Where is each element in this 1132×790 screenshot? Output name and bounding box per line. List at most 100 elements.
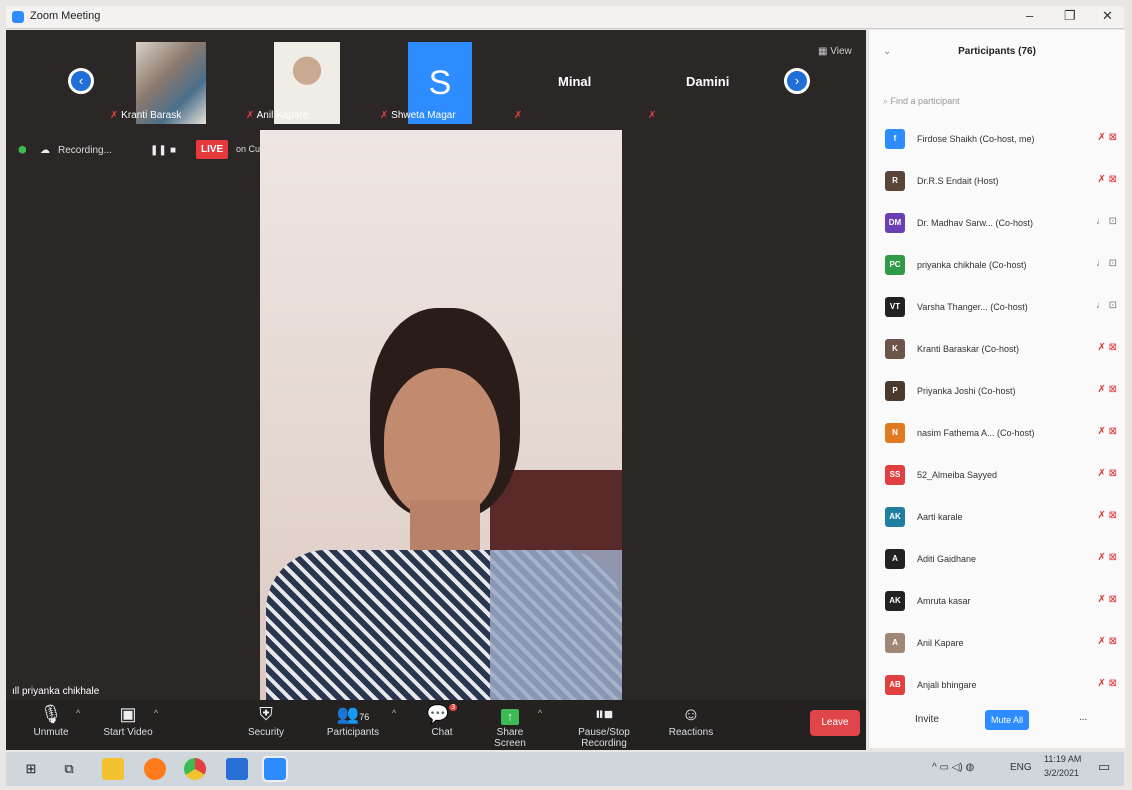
audio-options-caret[interactable]: ^ bbox=[76, 708, 80, 718]
title-bar: Zoom Meeting – ❐ ✕ bbox=[6, 6, 1124, 29]
notifications-icon[interactable]: ▭ bbox=[1098, 759, 1110, 775]
leave-button[interactable]: Leave bbox=[810, 710, 860, 736]
participant-name: priyanka chikhale (Co-host) bbox=[917, 260, 1027, 270]
participants-options-caret[interactable]: ^ bbox=[392, 708, 396, 718]
video-stage: ‹ ✗ Kranti Barask ✗ Anil Kapare S ✗ Shwe… bbox=[6, 30, 866, 700]
participant-search[interactable]: ⌕ Find a participant bbox=[883, 96, 960, 107]
face bbox=[384, 368, 500, 518]
security-button[interactable]: ⛨ Security bbox=[244, 700, 288, 738]
chat-icon: 💬 3 bbox=[426, 704, 458, 724]
scarf bbox=[490, 550, 622, 700]
speaker-name-label: ıll priyanka chikhale bbox=[12, 686, 100, 697]
invite-button[interactable]: Invite bbox=[915, 714, 939, 725]
grid-icon: ▦ bbox=[818, 46, 831, 57]
strip-next-button[interactable]: › bbox=[784, 68, 810, 94]
clock-time[interactable]: 11:19 AM bbox=[1044, 754, 1081, 764]
cloud-record-icon: ☁ bbox=[40, 145, 50, 156]
restore-button[interactable]: ❐ bbox=[1064, 8, 1076, 24]
reactions-button[interactable]: ☺ Reactions bbox=[668, 700, 714, 738]
avatar: P bbox=[885, 381, 905, 401]
mic-video-icon: ♩ ⊡ bbox=[1095, 216, 1117, 227]
participant-row[interactable]: R Dr.R.S Endait (Host) ✗ ⊠ bbox=[885, 167, 1117, 197]
minimize-button[interactable]: – bbox=[1026, 8, 1033, 23]
thumbnail-name: ✗ Kranti Barask bbox=[110, 110, 182, 121]
participant-row[interactable]: SS 52_Almeiba Sayyed ✗ ⊠ bbox=[885, 461, 1117, 491]
participant-name: Dr.R.S Endait (Host) bbox=[917, 176, 999, 186]
view-button[interactable]: ▦ View bbox=[818, 46, 852, 57]
participants-icon: 👥76 bbox=[336, 704, 370, 724]
avatar: VT bbox=[885, 297, 905, 317]
avatar: SS bbox=[885, 465, 905, 485]
zoom-taskbar-icon[interactable] bbox=[262, 756, 288, 782]
participant-row[interactable]: AK Amruta kasar ✗ ⊠ bbox=[885, 587, 1117, 617]
clock-date[interactable]: 3/2/2021 bbox=[1044, 768, 1079, 778]
stop-recording-icon[interactable]: ■ bbox=[170, 145, 176, 156]
mail-icon[interactable] bbox=[226, 758, 248, 780]
mic-muted-icon: ✗ bbox=[648, 110, 657, 121]
thumbnail-name: ✗ Shweta Magar bbox=[380, 110, 456, 121]
chat-badge: 3 bbox=[449, 704, 458, 711]
live-badge[interactable]: LIVE bbox=[196, 140, 229, 159]
participant-row[interactable]: VT Varsha Thanger... (Co-host) ♩ ⊡ bbox=[885, 293, 1117, 323]
mic-video-muted-icon: ✗ ⊠ bbox=[1097, 594, 1117, 605]
participant-row[interactable]: A Aditi Gaidhane ✗ ⊠ bbox=[885, 545, 1117, 575]
close-button[interactable]: ✕ bbox=[1102, 8, 1113, 24]
participant-row[interactable]: N nasim Fathema A... (Co-host) ✗ ⊠ bbox=[885, 419, 1117, 449]
strip-prev-button[interactable]: ‹ bbox=[68, 68, 94, 94]
participant-name: Priyanka Joshi (Co-host) bbox=[917, 386, 1016, 396]
video-off-icon: ▣ bbox=[119, 704, 137, 724]
participant-row[interactable]: f Firdose Shaikh (Co-host, me) ✗ ⊠ bbox=[885, 125, 1117, 155]
share-screen-icon: ↑ bbox=[480, 704, 540, 725]
mic-video-muted-icon: ✗ ⊠ bbox=[1097, 132, 1117, 143]
more-button[interactable]: ... bbox=[1079, 712, 1087, 723]
mic-muted-icon: ✗ bbox=[110, 110, 122, 121]
avatar: f bbox=[885, 129, 905, 149]
shield-icon: ⛨ bbox=[259, 704, 273, 724]
reactions-icon: ☺ bbox=[681, 704, 701, 724]
chrome-icon[interactable] bbox=[184, 758, 206, 780]
participant-row[interactable]: AB Anjali bhingare ✗ ⊠ bbox=[885, 671, 1117, 701]
search-icon: ⌕ bbox=[883, 96, 891, 106]
windows-start-icon[interactable]: ⊞ bbox=[20, 758, 42, 780]
tile-name-damini[interactable]: Damini bbox=[686, 74, 729, 89]
tile-name-minal[interactable]: Minal bbox=[558, 74, 591, 89]
participant-row[interactable]: P Priyanka Joshi (Co-host) ✗ ⊠ bbox=[885, 377, 1117, 407]
chat-button[interactable]: 💬 3 Chat bbox=[424, 700, 460, 738]
mute-all-button[interactable]: Mute All bbox=[985, 710, 1030, 730]
mic-video-muted-icon: ✗ ⊠ bbox=[1097, 636, 1117, 647]
unmute-button[interactable]: 🎙 Unmute bbox=[26, 700, 76, 738]
tray-icons[interactable]: ^ ▭ ◁) ◍ bbox=[932, 762, 974, 773]
participant-row[interactable]: AK Aarti karale ✗ ⊠ bbox=[885, 503, 1117, 533]
mic-video-muted-icon: ✗ ⊠ bbox=[1097, 678, 1117, 689]
mic-video-muted-icon: ✗ ⊠ bbox=[1097, 468, 1117, 479]
participant-row[interactable]: PC priyanka chikhale (Co-host) ♩ ⊡ bbox=[885, 251, 1117, 281]
mic-video-icon: ♩ ⊡ bbox=[1095, 300, 1117, 311]
zoom-window: Zoom Meeting – ❐ ✕ ‹ ✗ Kranti Barask ✗ A… bbox=[0, 0, 1132, 790]
participant-row[interactable]: K Kranti Baraskar (Co-host) ✗ ⊠ bbox=[885, 335, 1117, 365]
avatar: AK bbox=[885, 591, 905, 611]
participant-row[interactable]: A Anil Kapare ✗ ⊠ bbox=[885, 629, 1117, 659]
participant-name: Aarti karale bbox=[917, 512, 963, 522]
firefox-icon[interactable] bbox=[144, 758, 166, 780]
participant-row[interactable]: DM Dr. Madhav Sarw... (Co-host) ♩ ⊡ bbox=[885, 209, 1117, 239]
participant-name: Anjali bhingare bbox=[917, 680, 977, 690]
thumbnail-name: ✗ Anil Kapare bbox=[246, 110, 309, 121]
active-speaker-video bbox=[260, 130, 622, 700]
participant-name: Aditi Gaidhane bbox=[917, 554, 977, 564]
mic-video-icon: ♩ ⊡ bbox=[1095, 258, 1117, 269]
participants-button[interactable]: 👥76 Participants bbox=[324, 700, 382, 738]
pause-recording-icon[interactable]: ❚❚ bbox=[150, 145, 167, 156]
avatar: AB bbox=[885, 675, 905, 695]
participants-title: Participants (76) bbox=[958, 46, 1036, 57]
share-screen-button[interactable]: ↑ Share Screen bbox=[480, 700, 540, 749]
task-view-icon[interactable]: ⧉ bbox=[58, 758, 80, 780]
pause-stop-recording-button[interactable]: ⏸⏹ Pause/Stop Recording bbox=[554, 700, 654, 749]
video-options-caret[interactable]: ^ bbox=[154, 708, 158, 718]
participant-name: Kranti Baraskar (Co-host) bbox=[917, 344, 1020, 354]
file-explorer-icon[interactable] bbox=[102, 758, 124, 780]
share-options-caret[interactable]: ^ bbox=[538, 708, 542, 718]
language-indicator[interactable]: ENG bbox=[1010, 762, 1032, 773]
avatar: AK bbox=[885, 507, 905, 527]
avatar: R bbox=[885, 171, 905, 191]
start-video-button[interactable]: ▣ Start Video bbox=[98, 700, 158, 738]
